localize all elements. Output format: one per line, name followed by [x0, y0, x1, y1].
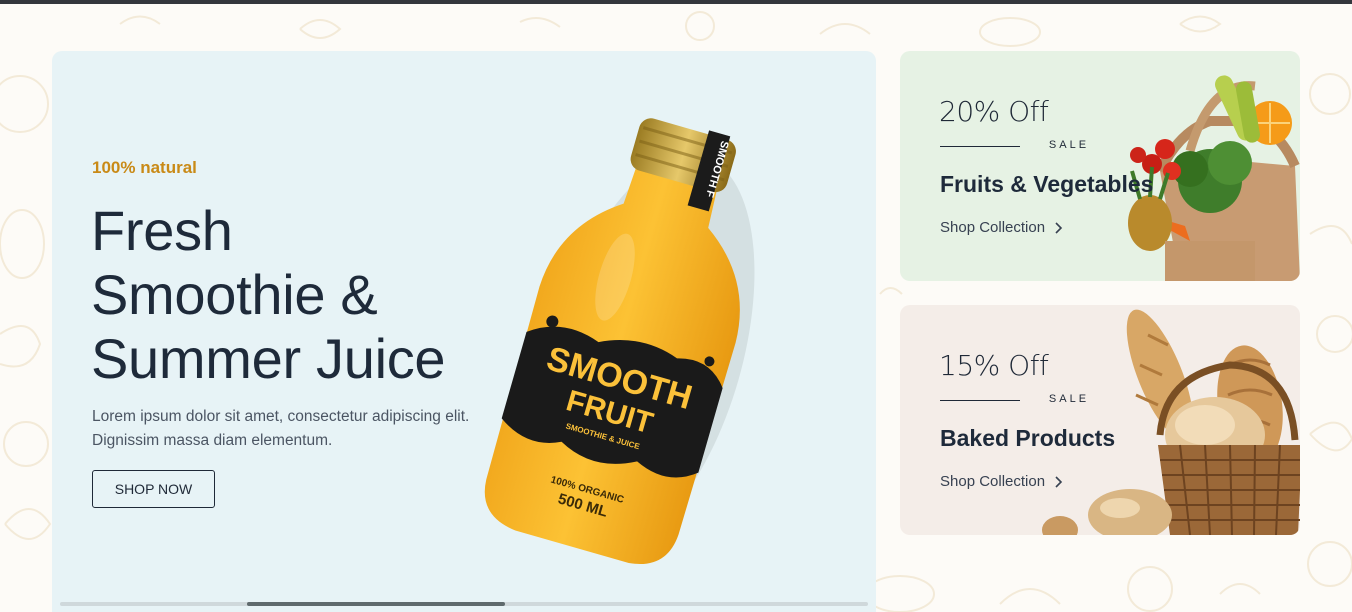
shop-now-button[interactable]: SHOP NOW — [92, 470, 215, 508]
shop-collection-link[interactable]: Shop Collection — [940, 219, 1063, 236]
promo-divider — [940, 146, 1020, 147]
chevron-right-icon — [1055, 475, 1063, 488]
promo-title: Baked Products — [940, 425, 1116, 451]
bread-basket-image — [1042, 309, 1300, 535]
hero-description: Lorem ipsum dolor sit amet, consectetur … — [92, 408, 470, 449]
chevron-right-icon — [1055, 221, 1063, 234]
promo-card-fruits-vegetables[interactable]: 20% Off SALE Fruits & Vegetables Shop Co… — [900, 51, 1300, 281]
hero-title: Fresh Smoothie & Summer Juice — [91, 199, 511, 391]
hero-eyebrow: 100% natural — [92, 158, 197, 177]
shop-collection-label: Shop Collection — [940, 473, 1046, 490]
hero-title-line: Smoothie & — [91, 263, 378, 326]
slider-scrollbar[interactable] — [60, 602, 868, 606]
hero-slide: 100% natural Fresh Smoothie & Summer Jui… — [52, 51, 876, 612]
shop-collection-link[interactable]: Shop Collection — [940, 473, 1063, 490]
slider-scrollbar-thumb[interactable] — [247, 602, 505, 606]
top-bar — [0, 0, 1352, 4]
promo-card-baked-products[interactable]: 15% Off SALE Baked Products Shop Collect… — [900, 305, 1300, 535]
vegetable-bag-image — [1128, 75, 1300, 281]
promo-discount: 20% Off — [939, 95, 1049, 128]
smoothie-bottle-image: SMOOTH F SMOOTH FRUIT SMOOTHIE & JUICE 1… — [484, 118, 755, 564]
hero-title-line: Fresh — [91, 199, 233, 262]
promo-sale-label: SALE — [1048, 139, 1090, 151]
promo-divider — [940, 400, 1020, 401]
promo-discount: 15% Off — [939, 349, 1049, 382]
promo-sale-label: SALE — [1048, 393, 1090, 405]
hero-title-line: Summer Juice — [91, 327, 446, 390]
shop-collection-label: Shop Collection — [940, 219, 1046, 236]
promo-title: Fruits & Vegetables — [940, 171, 1154, 197]
